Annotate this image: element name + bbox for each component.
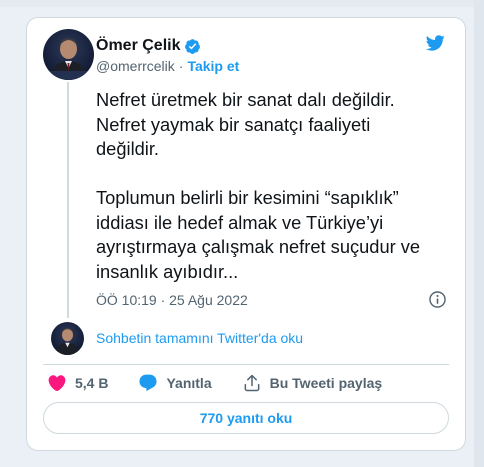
follow-link[interactable]: Takip et <box>187 58 239 74</box>
tweet-line: iddiası ile hedef almak ve Türkiye’yi <box>96 211 384 233</box>
tweet-paragraph-2: Toplumun belirli bir kesimini “sapıklık”… <box>96 186 456 284</box>
like-count: 5,4 B <box>75 375 109 391</box>
conversation-avatar[interactable] <box>51 322 84 355</box>
tweet-line: insanlık ayıbıdır... <box>96 260 239 282</box>
info-icon[interactable] <box>428 290 447 309</box>
tweet-actions-bar: 5,4 B Yanıtla Bu Tweeti paylaş <box>47 372 382 394</box>
heart-icon <box>48 375 66 392</box>
author-name[interactable]: Ömer Çelik <box>96 37 180 55</box>
author-avatar[interactable] <box>43 29 94 80</box>
embedded-tweet-card: Ömer Çelik @omerrcelik · Takip et Nefret… <box>26 17 466 451</box>
tweet-timestamp[interactable]: ÖÖ 10:19 · 25 Ağu 2022 <box>96 292 248 308</box>
tweet-paragraph-1: Nefret üretmek bir sanat dalı değildir. … <box>96 88 456 162</box>
handle-separator: · <box>178 58 184 74</box>
page-top-strip <box>0 0 484 7</box>
share-button[interactable]: Bu Tweeti paylaş <box>242 373 383 393</box>
reply-label: Yanıtla <box>166 375 212 391</box>
tweet-line: Nefret üretmek bir sanat dalı değildir. <box>96 89 395 110</box>
share-upload-icon <box>244 374 260 392</box>
tweet-line: Toplumun belirli bir kesimini “sapıklık” <box>96 187 399 208</box>
read-conversation-link[interactable]: Sohbetin tamamını Twitter'da oku <box>96 330 303 346</box>
share-label: Bu Tweeti paylaş <box>269 375 383 391</box>
tweet-line: ayrıştırmaya çalışmak nefret suçudur ve <box>96 236 421 257</box>
verified-badge-icon <box>185 38 201 54</box>
author-handle[interactable]: @omerrcelik <box>96 58 175 74</box>
page-scrollbar[interactable] <box>474 0 484 467</box>
reply-button[interactable]: Yanıtla <box>138 373 212 393</box>
read-replies-button[interactable]: 770 yanıtı oku <box>43 402 449 434</box>
actions-divider <box>43 364 449 365</box>
twitter-bird-icon[interactable] <box>423 33 447 53</box>
thread-connector-line <box>67 82 69 318</box>
like-button[interactable]: 5,4 B <box>47 373 108 393</box>
tweet-line: Nefret yaymak bir sanatçı faaliyeti <box>96 113 371 135</box>
tweet-line: değildir. <box>96 138 160 159</box>
tweet-text: Nefret üretmek bir sanat dalı değildir. … <box>96 88 456 309</box>
reply-bubble-icon <box>139 374 158 392</box>
